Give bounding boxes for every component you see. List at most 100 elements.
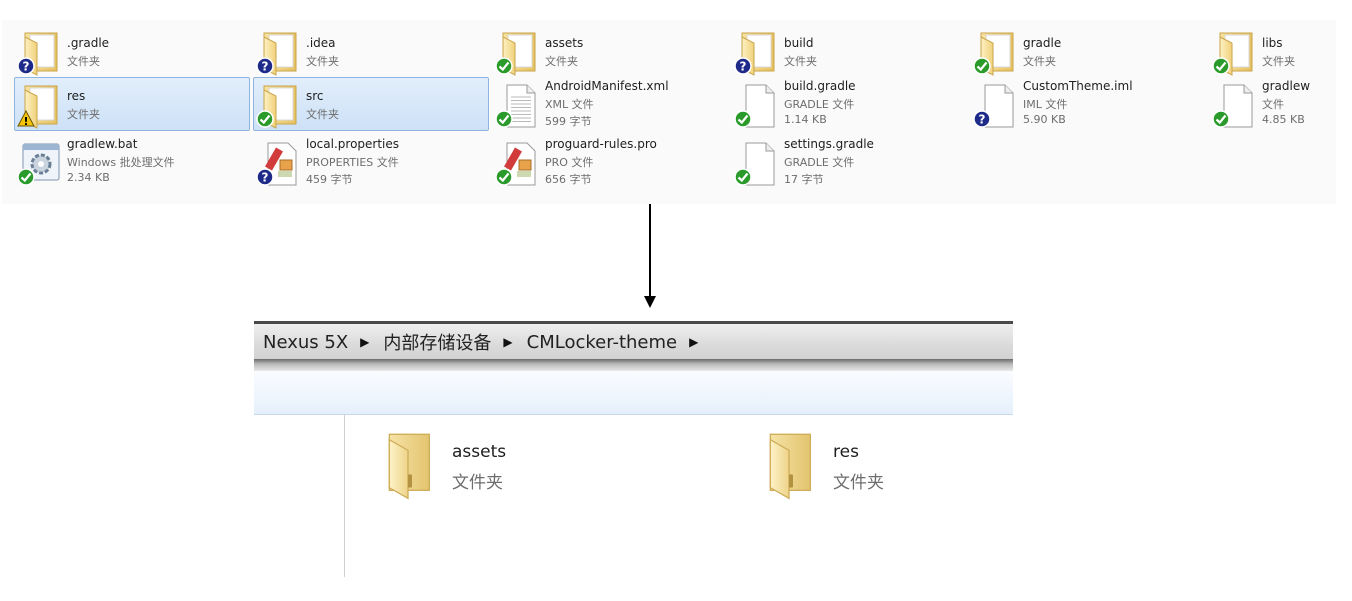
file-item-build-gradle[interactable]: build.gradle GRADLE 文件 1.14 KB (731, 77, 967, 131)
file-name: res (67, 89, 86, 103)
file-item-androidmanifest[interactable]: AndroidManifest.xml XML 文件 599 字节 (492, 77, 728, 131)
file-item-gradle-dir[interactable]: ? .gradle 文件夹 (14, 24, 250, 78)
file-type: GRADLE 文件 (784, 98, 855, 111)
file-name: gradlew.bat (67, 137, 138, 151)
file-name: assets (452, 442, 507, 462)
unversioned-icon: ? (734, 57, 752, 75)
file-item-libs[interactable]: libs 文件夹 (1209, 24, 1333, 78)
file-name: build (784, 36, 814, 50)
file-item-idea[interactable]: ? .idea 文件夹 (253, 24, 489, 78)
breadcrumb-arrow-icon[interactable]: ▶ (503, 335, 512, 349)
down-arrow-icon (644, 204, 656, 308)
normal-icon (1212, 57, 1230, 75)
unversioned-icon: ? (17, 57, 35, 75)
svg-text:?: ? (740, 60, 747, 74)
file-size: 459 字节 (306, 173, 353, 186)
file-item-build[interactable]: ? build 文件夹 (731, 24, 967, 78)
file-type: 文件夹 (545, 55, 578, 68)
file-item-local-properties[interactable]: ? local.properties PROPERTIES 文件 459 字节 (253, 135, 489, 189)
file-name: build.gradle (784, 79, 856, 93)
file-type: GRADLE 文件 (784, 156, 855, 169)
file-type: 文件夹 (306, 108, 339, 121)
file-item-src[interactable]: src 文件夹 (253, 77, 489, 131)
breadcrumb-arrow-icon[interactable]: ▶ (689, 335, 698, 349)
normal-icon (734, 110, 752, 128)
warning-icon: ! (17, 109, 35, 128)
normal-icon (495, 110, 513, 128)
file-type: 文件夹 (833, 473, 884, 493)
file-size: 1.14 KB (784, 113, 827, 126)
file-size: 656 字节 (545, 173, 592, 186)
file-type: 文件夹 (306, 55, 339, 68)
file-type: 文件夹 (1023, 55, 1056, 68)
file-name: gradlew (1262, 79, 1311, 93)
unversioned-icon: ? (973, 110, 991, 128)
file-type: 文件 (1262, 98, 1284, 111)
file-name: libs (1262, 36, 1283, 50)
normal-icon (1212, 110, 1230, 128)
folder-icon (757, 429, 821, 501)
file-item-gradlew-bat[interactable]: gradlew.bat Windows 批处理文件 2.34 KB (14, 135, 250, 189)
file-size: 599 字节 (545, 115, 592, 128)
normal-icon (495, 57, 513, 75)
file-type: 文件夹 (67, 55, 100, 68)
folder-item-res[interactable]: res 文件夹 (757, 429, 1007, 509)
svg-text:?: ? (979, 113, 986, 127)
bottom-file-explorer: Nexus 5X ▶ 内部存储设备 ▶ CMLocker-theme ▶ ass… (254, 321, 1013, 577)
file-item-gradle[interactable]: gradle 文件夹 (970, 24, 1206, 78)
file-name: src (306, 89, 324, 103)
file-name: AndroidManifest.xml (545, 79, 669, 93)
file-name: settings.gradle (784, 137, 874, 151)
file-item-res[interactable]: ! res 文件夹 (14, 77, 250, 131)
file-name: .gradle (67, 36, 110, 50)
file-size: 17 字节 (784, 173, 824, 186)
normal-icon (734, 168, 752, 186)
file-item-proguard-rules[interactable]: proguard-rules.pro PRO 文件 656 字节 (492, 135, 728, 189)
file-type: 文件夹 (67, 108, 100, 121)
normal-icon (973, 57, 991, 75)
file-type: PRO 文件 (545, 156, 594, 169)
svg-text:?: ? (262, 171, 269, 185)
file-type: 文件夹 (784, 55, 817, 68)
svg-text:?: ? (262, 60, 269, 74)
breadcrumb-arrow-icon[interactable]: ▶ (360, 335, 369, 349)
file-type: IML 文件 (1023, 98, 1068, 111)
folder-item-assets[interactable]: assets 文件夹 (376, 429, 626, 509)
file-size: 4.85 KB (1262, 113, 1305, 126)
file-name: gradle (1023, 36, 1062, 50)
top-file-explorer: ? .gradle 文件夹 ? .idea 文件夹 assets 文件夹 ? b… (2, 20, 1336, 204)
file-size: 2.34 KB (67, 171, 110, 184)
file-type: Windows 批处理文件 (67, 156, 175, 169)
normal-icon (495, 168, 513, 186)
file-item-customtheme[interactable]: ? CustomTheme.iml IML 文件 5.90 KB (970, 77, 1206, 131)
unversioned-icon: ? (256, 57, 274, 75)
address-bar[interactable]: Nexus 5X ▶ 内部存储设备 ▶ CMLocker-theme ▶ (254, 321, 1013, 359)
normal-icon (256, 110, 274, 128)
breadcrumb-item-folder[interactable]: CMLocker-theme (527, 332, 677, 353)
file-name: res (833, 442, 859, 462)
file-name: .idea (306, 36, 336, 50)
file-size: 5.90 KB (1023, 113, 1066, 126)
navigation-pane-divider[interactable] (344, 415, 345, 577)
file-type: 文件夹 (1262, 55, 1295, 68)
svg-text:?: ? (23, 60, 30, 74)
svg-text:!: ! (23, 115, 28, 128)
file-type: XML 文件 (545, 98, 594, 111)
file-item-gradlew[interactable]: gradlew 文件 4.85 KB (1209, 77, 1333, 131)
file-type: PROPERTIES 文件 (306, 156, 399, 169)
breadcrumb: Nexus 5X ▶ 内部存储设备 ▶ CMLocker-theme ▶ (263, 329, 712, 355)
file-type: 文件夹 (452, 473, 503, 493)
folder-icon (376, 429, 440, 501)
file-name: proguard-rules.pro (545, 137, 657, 151)
file-name: assets (545, 36, 584, 50)
file-item-assets[interactable]: assets 文件夹 (492, 24, 728, 78)
normal-icon (17, 168, 35, 186)
address-bar-shadow (254, 359, 1013, 371)
file-item-settings-gradle[interactable]: settings.gradle GRADLE 文件 17 字节 (731, 135, 967, 189)
breadcrumb-item-device[interactable]: Nexus 5X (263, 332, 348, 353)
command-bar (254, 371, 1013, 415)
file-name: local.properties (306, 137, 400, 151)
breadcrumb-item-storage[interactable]: 内部存储设备 (383, 329, 491, 355)
unversioned-icon: ? (256, 168, 274, 186)
file-name: CustomTheme.iml (1023, 79, 1133, 93)
